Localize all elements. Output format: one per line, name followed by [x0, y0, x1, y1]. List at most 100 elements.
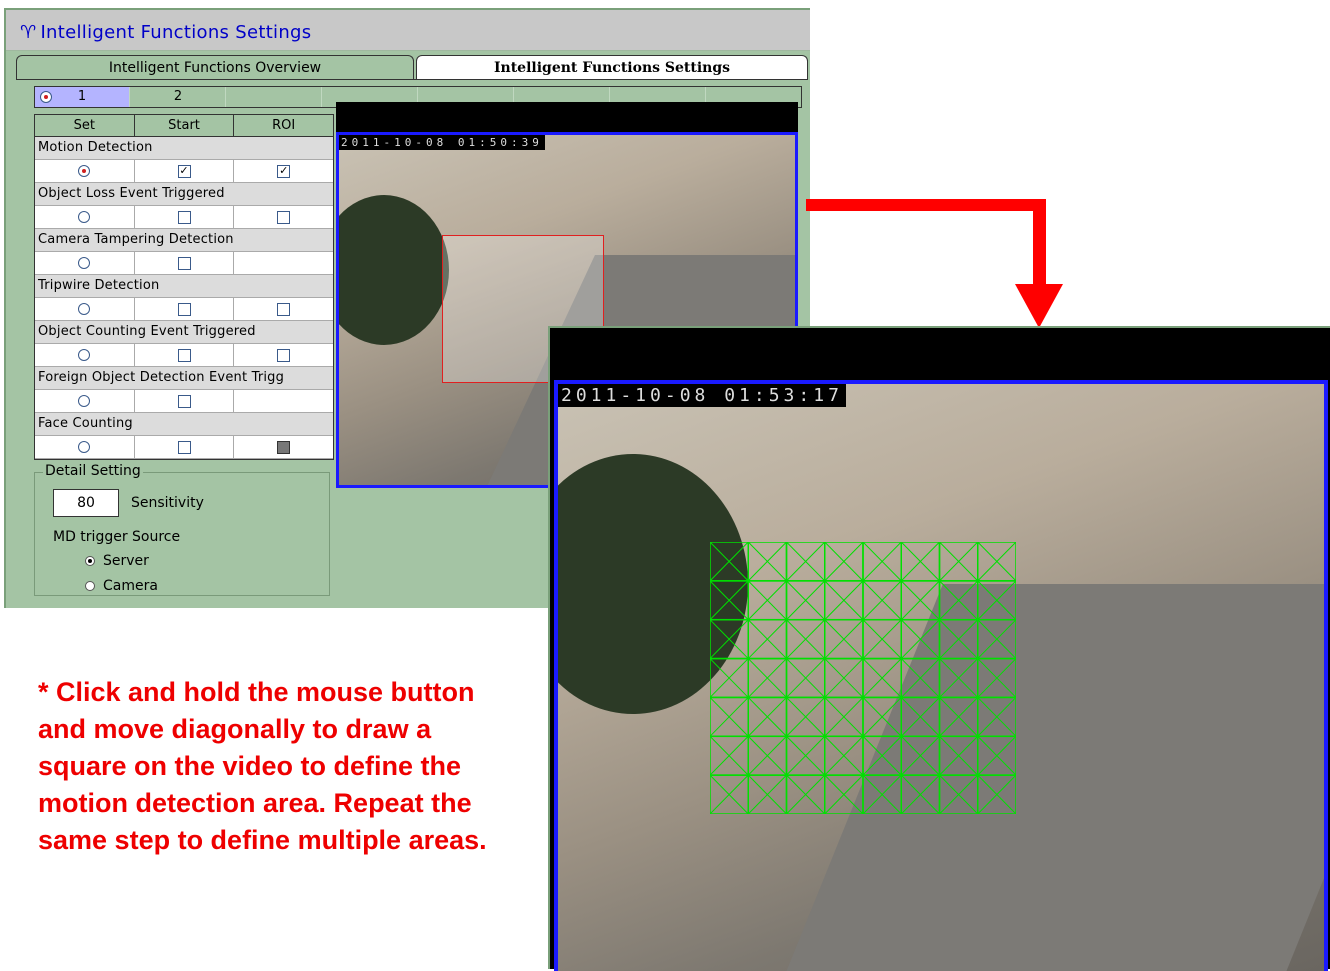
option-server[interactable]: Server — [85, 553, 149, 569]
roi-grid-cell[interactable] — [785, 580, 826, 621]
set-cell — [35, 206, 135, 228]
set-radio[interactable] — [78, 257, 91, 269]
start-checkbox[interactable] — [177, 348, 191, 362]
start-checkbox[interactable]: ✓ — [177, 164, 191, 178]
roi-grid-cell[interactable] — [710, 774, 749, 814]
roi-grid-cell[interactable] — [824, 618, 864, 660]
motion-detection-grid[interactable] — [710, 542, 1016, 814]
roi-grid-cell[interactable] — [938, 618, 979, 660]
function-label: Object Counting Event Triggered — [35, 321, 333, 344]
roi-grid-cell[interactable] — [747, 696, 788, 738]
video-frame-large[interactable]: 2011-10-08 01:53:17 — [554, 380, 1328, 971]
roi-checkbox[interactable] — [277, 348, 291, 362]
roi-grid-cell[interactable] — [938, 657, 979, 699]
roi-grid-cell[interactable] — [824, 774, 864, 814]
roi-grid-cell[interactable] — [747, 580, 788, 621]
option-camera[interactable]: Camera — [85, 578, 158, 594]
roi-checkbox[interactable] — [277, 440, 291, 454]
channel-slot-empty — [227, 87, 322, 107]
tab-overview[interactable]: Intelligent Functions Overview — [16, 55, 414, 79]
set-cell — [35, 390, 135, 412]
roi-cell — [234, 206, 333, 228]
start-checkbox[interactable] — [177, 256, 191, 270]
function-label: Foreign Object Detection Event Trigg — [35, 367, 333, 390]
video-preview-large[interactable]: 2011-10-08 01:53:17 — [548, 326, 1330, 971]
roi-grid-cell[interactable] — [900, 618, 941, 660]
roi-grid-cell[interactable] — [785, 657, 826, 699]
roi-grid-cell[interactable] — [824, 696, 864, 738]
roi-grid-cell[interactable] — [785, 696, 826, 738]
roi-grid-cell[interactable] — [862, 580, 902, 621]
start-checkbox[interactable] — [177, 394, 191, 408]
roi-grid-cell[interactable] — [938, 542, 979, 582]
roi-grid-cell[interactable] — [785, 618, 826, 660]
roi-grid-cell[interactable] — [824, 657, 864, 699]
roi-grid-cell[interactable] — [862, 735, 902, 776]
roi-grid-cell[interactable] — [824, 735, 864, 776]
roi-grid-cell[interactable] — [747, 618, 788, 660]
md-trigger-label: MD trigger Source — [53, 529, 181, 545]
set-radio[interactable] — [78, 395, 91, 407]
set-radio[interactable] — [78, 165, 91, 177]
instruction-note: * Click and hold the mouse button and mo… — [38, 677, 487, 855]
roi-grid-cell[interactable] — [900, 542, 941, 582]
roi-grid-cell[interactable] — [824, 542, 864, 582]
roi-grid-cell[interactable] — [977, 542, 1016, 582]
roi-grid-cell[interactable] — [747, 542, 788, 582]
radio-camera-icon[interactable] — [85, 581, 95, 591]
roi-grid-cell[interactable] — [747, 774, 788, 814]
roi-grid-cell[interactable] — [785, 735, 826, 776]
roi-grid-cell[interactable] — [900, 696, 941, 738]
function-label: Face Counting — [35, 413, 333, 436]
roi-grid-cell[interactable] — [977, 735, 1016, 776]
roi-checkbox[interactable]: ✓ — [277, 164, 291, 178]
roi-grid-cell[interactable] — [785, 774, 826, 814]
roi-grid-cell[interactable] — [977, 618, 1016, 660]
roi-grid-cell[interactable] — [900, 657, 941, 699]
roi-grid-cell[interactable] — [710, 657, 749, 699]
roi-grid-cell[interactable] — [862, 618, 902, 660]
roi-grid-cell[interactable] — [747, 735, 788, 776]
roi-grid-cell[interactable] — [710, 542, 749, 582]
roi-grid-cell[interactable] — [938, 580, 979, 621]
roi-grid-cell[interactable] — [977, 696, 1016, 738]
roi-grid-cell[interactable] — [862, 696, 902, 738]
function-rows: Motion Detection ✓ ✓ Object Loss Event Trig… — [35, 137, 333, 459]
tab-settings[interactable]: Intelligent Functions Settings — [416, 55, 808, 79]
roi-grid-cell[interactable] — [977, 657, 1016, 699]
set-radio[interactable] — [78, 211, 91, 223]
start-cell — [135, 390, 235, 412]
roi-grid-cell[interactable] — [938, 696, 979, 738]
roi-checkbox[interactable] — [277, 210, 291, 224]
roi-grid-cell[interactable] — [862, 657, 902, 699]
roi-grid-cell[interactable] — [710, 735, 749, 776]
start-checkbox[interactable] — [177, 210, 191, 224]
roi-grid-cell[interactable] — [710, 618, 749, 660]
roi-grid-cell[interactable] — [862, 542, 902, 582]
set-radio[interactable] — [78, 349, 91, 361]
roi-grid-cell[interactable] — [900, 580, 941, 621]
radio-server-icon[interactable] — [85, 556, 95, 566]
start-checkbox[interactable] — [177, 440, 191, 454]
roi-grid-cell[interactable] — [900, 735, 941, 776]
roi-grid-cell[interactable] — [938, 735, 979, 776]
roi-grid-cell[interactable] — [977, 580, 1016, 621]
roi-grid-cell[interactable] — [900, 774, 941, 814]
roi-grid-cell[interactable] — [710, 580, 749, 621]
roi-grid-cell[interactable] — [938, 774, 979, 814]
functions-table: Set Start ROI Motion Detection ✓ ✓ Object L… — [34, 114, 334, 460]
roi-grid-cell[interactable] — [862, 774, 902, 814]
roi-checkbox[interactable] — [277, 302, 291, 316]
channel-2-tab[interactable]: 2 — [131, 87, 226, 107]
sensitivity-input[interactable]: 80 — [53, 489, 119, 517]
roi-grid-cell[interactable] — [977, 774, 1016, 814]
start-checkbox[interactable] — [177, 302, 191, 316]
roi-grid-cell[interactable] — [824, 580, 864, 621]
channel-1-tab[interactable]: 1 — [35, 87, 130, 107]
roi-grid-cell[interactable] — [747, 657, 788, 699]
set-radio[interactable] — [78, 303, 91, 315]
set-radio[interactable] — [78, 441, 91, 453]
roi-cell — [234, 298, 333, 320]
roi-grid-cell[interactable] — [785, 542, 826, 582]
roi-grid-cell[interactable] — [710, 696, 749, 738]
